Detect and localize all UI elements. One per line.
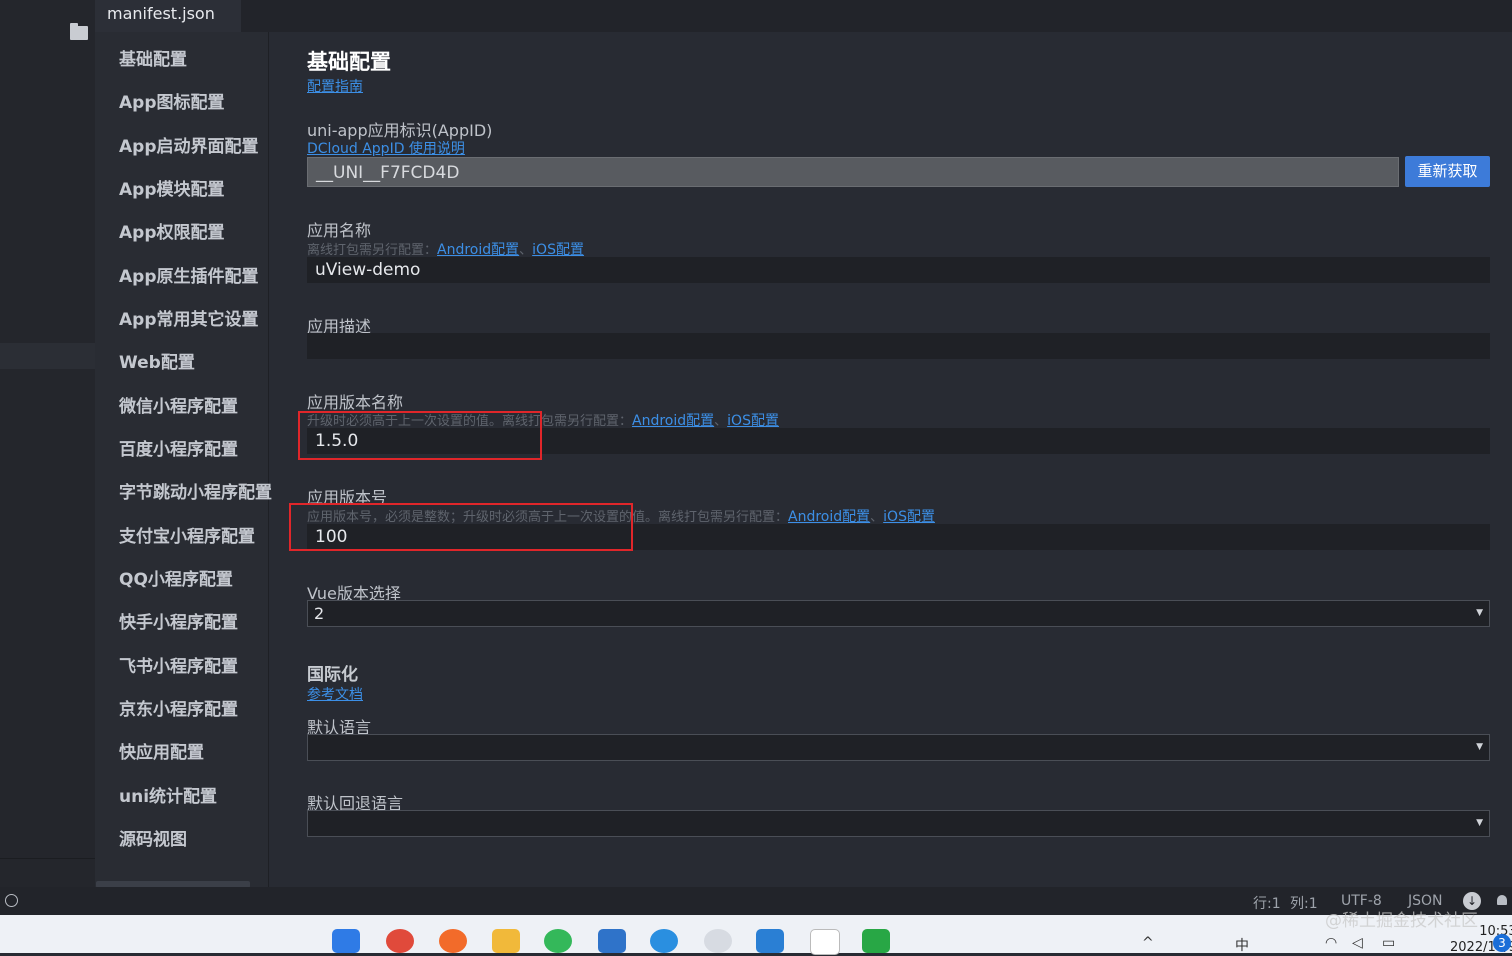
nav-item-qq[interactable]: QQ小程序配置: [119, 565, 233, 590]
nav-item-uni-stat[interactable]: uni统计配置: [119, 782, 217, 807]
chevron-up-icon[interactable]: ^: [1142, 935, 1154, 951]
notification-badge[interactable]: 3: [1493, 934, 1511, 952]
nav-item-weixin[interactable]: 微信小程序配置: [119, 392, 238, 417]
i18n-section-title: 国际化: [307, 665, 358, 685]
notepad-icon[interactable]: [598, 929, 626, 953]
ios-config-link[interactable]: iOS配置: [883, 509, 935, 525]
dropdown-arrow-icon: ▼: [1476, 608, 1483, 618]
highlight-box-version-name: [298, 411, 542, 460]
i18n-docs-link[interactable]: 参考文档: [307, 684, 363, 704]
highlight-box-version-code: [289, 503, 633, 551]
nav-item-toutiao[interactable]: 字节跳动小程序配置: [119, 478, 272, 503]
nav-item-quickapp[interactable]: 快应用配置: [119, 738, 204, 763]
vue-version-select[interactable]: 2 ▼: [307, 600, 1490, 627]
nav-item-app-splash[interactable]: App启动界面配置: [119, 132, 259, 157]
file-explorer-icon[interactable]: [492, 929, 520, 953]
android-config-link[interactable]: Android配置: [632, 413, 714, 429]
nav-item-source-view[interactable]: 源码视图: [119, 825, 187, 850]
appid-field[interactable]: __UNI__F7FCD4D: [307, 157, 1399, 187]
volume-icon[interactable]: ◁: [1352, 935, 1363, 951]
folder-icon[interactable]: [70, 23, 88, 40]
nav-item-alipay[interactable]: 支付宝小程序配置: [119, 522, 255, 547]
app-description-input[interactable]: [307, 333, 1490, 359]
tab-bar: manifest.json: [95, 0, 1512, 32]
nav-item-app-modules[interactable]: App模块配置: [119, 175, 225, 200]
app-name-label: 应用名称: [307, 221, 372, 240]
hint-text: 离线打包需另行配置：: [307, 243, 438, 258]
hbuilderx-icon[interactable]: [862, 929, 890, 953]
nav-item-app-other[interactable]: App常用其它设置: [119, 305, 259, 330]
nav-item-app-permissions[interactable]: App权限配置: [119, 218, 225, 243]
chrome-icon[interactable]: [386, 929, 414, 953]
nav-item-feishu[interactable]: 飞书小程序配置: [119, 652, 238, 677]
dropdown-arrow-icon: ▼: [1476, 818, 1483, 828]
typora-icon[interactable]: [810, 929, 840, 955]
dropdown-arrow-icon: ▼: [1476, 742, 1483, 752]
page-title: 基础配置: [307, 50, 391, 74]
nav-item-web[interactable]: Web配置: [119, 348, 195, 373]
app-name-input[interactable]: uView-demo: [307, 257, 1490, 283]
ios-config-link[interactable]: iOS配置: [532, 242, 584, 258]
config-guide-link[interactable]: 配置指南: [307, 76, 363, 96]
project-explorer-strip: [0, 0, 96, 887]
cursor-row[interactable]: 行:1: [1253, 893, 1281, 913]
start-icon[interactable]: [332, 929, 360, 953]
tab-manifest-json[interactable]: manifest.json: [95, 0, 241, 32]
ios-config-link[interactable]: iOS配置: [727, 413, 779, 429]
vue-version-value: 2: [314, 604, 325, 623]
divider: [0, 858, 95, 859]
bell-icon[interactable]: [1497, 895, 1507, 905]
battery-icon[interactable]: ▭: [1382, 935, 1395, 951]
cursor-col[interactable]: 列:1: [1290, 893, 1318, 913]
nav-item-app-native-plugins[interactable]: App原生插件配置: [119, 262, 259, 287]
app-orange-icon[interactable]: [439, 929, 467, 953]
hint-separator: 、: [714, 414, 728, 429]
chat-app-icon[interactable]: [704, 929, 732, 953]
config-sidebar: 基础配置 App图标配置 App启动界面配置 App模块配置 App权限配置 A…: [95, 32, 272, 887]
globe-icon[interactable]: [5, 894, 18, 907]
wechat-icon[interactable]: [544, 929, 572, 953]
app-name-hint: 离线打包需另行配置：Android配置、iOS配置: [307, 239, 584, 259]
ime-indicator[interactable]: 中: [1235, 935, 1249, 955]
wifi-icon[interactable]: ◠: [1325, 935, 1337, 951]
appid-help-link[interactable]: DCloud AppID 使用说明: [307, 138, 465, 158]
vscode-icon[interactable]: [756, 929, 784, 953]
hint-separator: 、: [519, 243, 533, 258]
selected-row[interactable]: [0, 343, 95, 369]
search-app-icon[interactable]: [650, 929, 678, 953]
status-bar: 行:1 列:1 UTF-8 JSON ↓: [0, 887, 1512, 915]
nav-item-baidu[interactable]: 百度小程序配置: [119, 435, 238, 460]
refresh-appid-button[interactable]: 重新获取: [1405, 156, 1490, 187]
hint-separator: 、: [870, 510, 884, 525]
nav-item-jd[interactable]: 京东小程序配置: [119, 695, 238, 720]
nav-item-app-icon[interactable]: App图标配置: [119, 88, 225, 113]
fallback-language-select[interactable]: ▼: [307, 810, 1490, 837]
default-language-select[interactable]: ▼: [307, 734, 1490, 761]
nav-item-kuaishou[interactable]: 快手小程序配置: [119, 608, 238, 633]
android-config-link[interactable]: Android配置: [437, 242, 519, 258]
nav-item-basic[interactable]: 基础配置: [119, 45, 187, 70]
watermark: @稀土掘金技术社区: [1325, 911, 1478, 931]
android-config-link[interactable]: Android配置: [788, 509, 870, 525]
windows-taskbar: ^ 中 ◠ ◁ ▭ 10:53 2022/10/9: [0, 915, 1512, 955]
